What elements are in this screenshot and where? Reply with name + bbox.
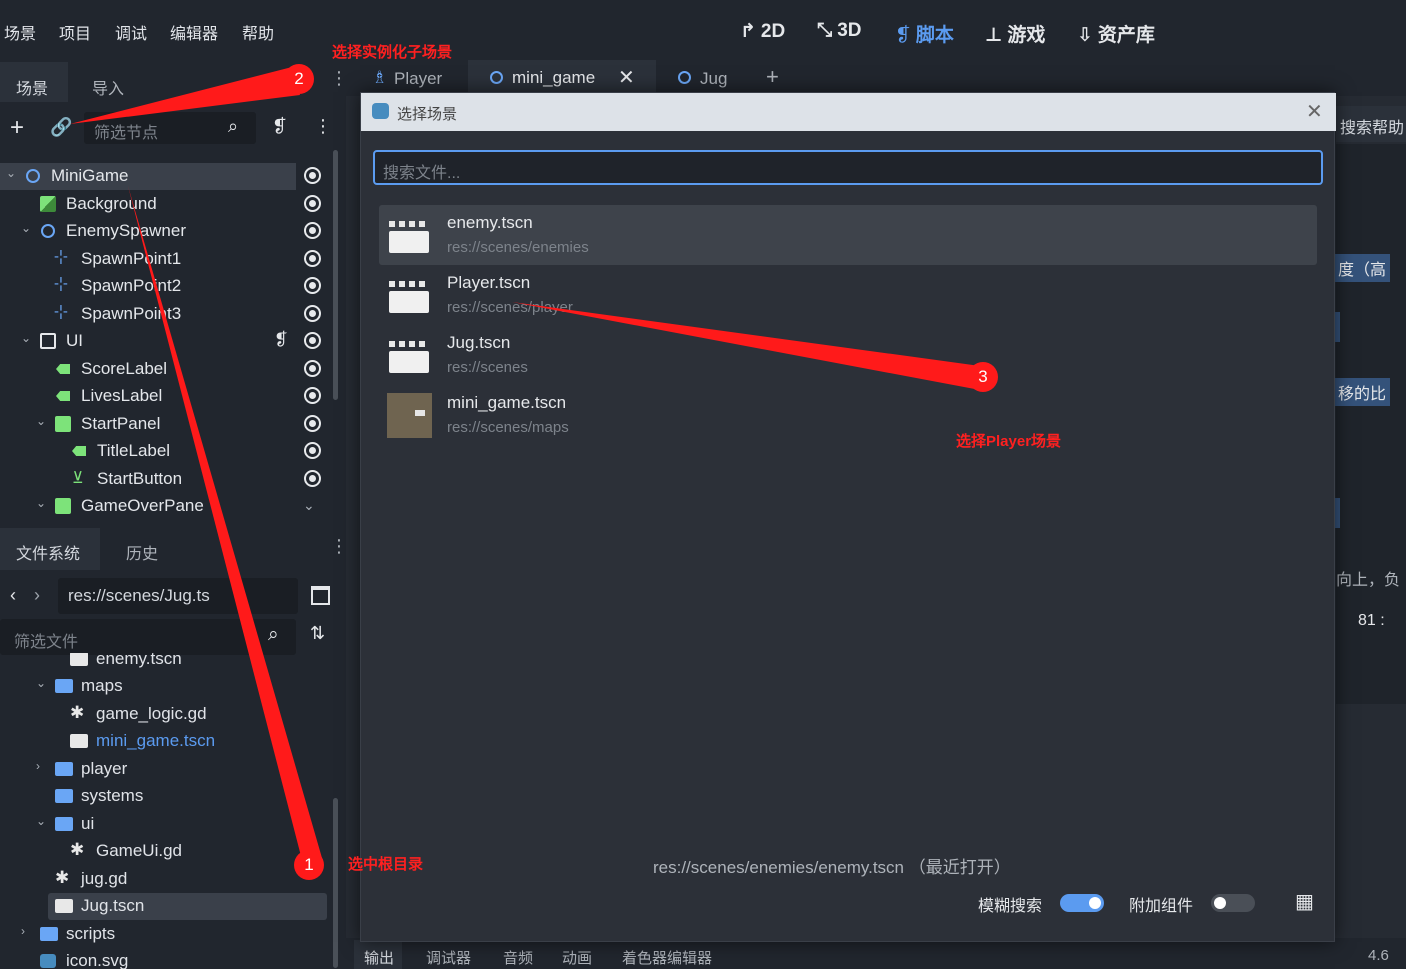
annotation-arrow-3 bbox=[512, 302, 980, 390]
annotation-overlay bbox=[70, 67, 980, 860]
annotation-arrow-1 bbox=[128, 186, 322, 860]
annotation-text-1: 选中根目录 bbox=[348, 856, 424, 873]
annotation-badge-1: 1 bbox=[294, 850, 324, 880]
annotation-text-3: 选择Player场景 bbox=[956, 433, 1062, 450]
annotation-badge-2: 2 bbox=[284, 64, 314, 94]
annotation-arrow-2 bbox=[70, 67, 300, 124]
annotation-text-2: 选择实例化子场景 bbox=[332, 44, 453, 61]
annotation-badge-3: 3 bbox=[968, 362, 998, 392]
